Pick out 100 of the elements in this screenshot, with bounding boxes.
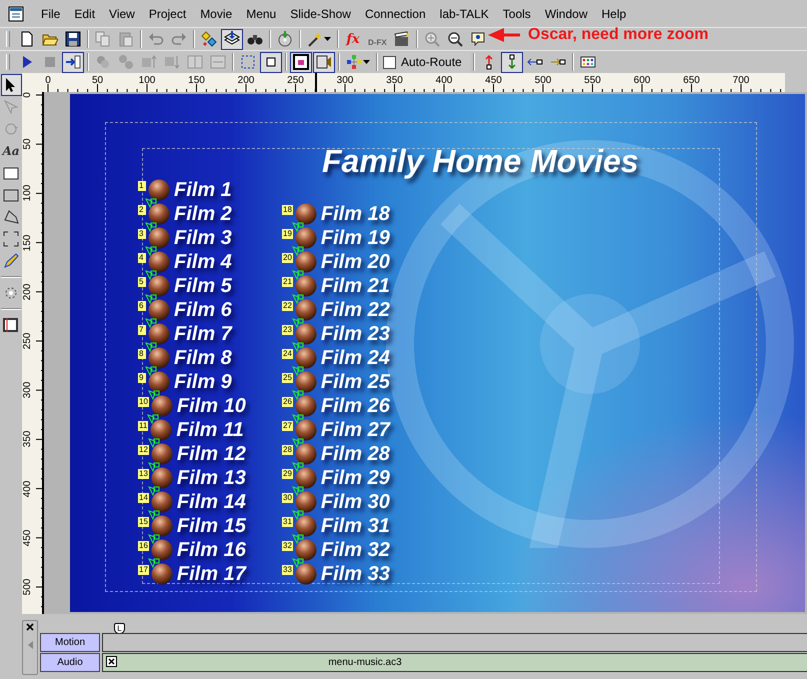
text-tool[interactable]: Aa — [0, 140, 22, 162]
sphere-button-icon[interactable] — [148, 179, 170, 201]
route-in-button[interactable] — [62, 52, 84, 72]
menu-button-label[interactable]: Film 32 — [320, 538, 390, 562]
sphere-button-icon[interactable] — [294, 299, 317, 321]
magic-wand-icon — [307, 31, 323, 47]
menu-button-label[interactable]: Film 5 — [174, 274, 232, 298]
clapper-icon — [394, 31, 410, 47]
arrow-down-button[interactable] — [500, 52, 523, 72]
menu-button-label[interactable]: Film 21 — [320, 274, 390, 298]
sphere-button-icon[interactable] — [294, 227, 317, 249]
close-icon[interactable] — [106, 656, 117, 667]
menu-button-label[interactable]: Film 10 — [176, 394, 246, 418]
sphere-button-icon[interactable] — [148, 251, 170, 273]
layers-button[interactable] — [221, 28, 243, 50]
menu-button-label[interactable]: Film 20 — [320, 250, 390, 274]
picture-frame-button[interactable] — [290, 52, 312, 72]
menu-button-label[interactable]: Film 22 — [320, 298, 390, 322]
menu-item[interactable]: Menu — [239, 4, 284, 24]
menu-button-label[interactable]: Film 13 — [176, 466, 246, 490]
button-number-badge: 1 — [138, 181, 146, 191]
menu-item[interactable]: Slide-Show — [283, 4, 358, 24]
track-label[interactable]: Audio — [40, 653, 100, 672]
sphere-button-icon[interactable] — [294, 419, 317, 441]
sphere-button-icon[interactable] — [148, 371, 170, 393]
close-icon[interactable] — [26, 623, 34, 631]
menu-button-label[interactable]: Film 19 — [320, 226, 390, 250]
menu-item[interactable]: Window — [538, 4, 594, 24]
sphere-button-icon[interactable] — [294, 371, 317, 393]
sphere-button-icon[interactable] — [148, 299, 170, 321]
sphere-button-icon[interactable] — [148, 347, 170, 369]
sphere-button-icon[interactable] — [150, 563, 173, 585]
menu-button-label[interactable]: Film 8 — [174, 346, 232, 370]
menu-item[interactable]: View — [102, 4, 142, 24]
menu-button-label[interactable]: Film 16 — [176, 538, 246, 562]
menu-item[interactable]: Help — [594, 4, 634, 24]
menu-item[interactable]: Movie — [193, 4, 240, 24]
sphere-button-icon[interactable] — [150, 467, 173, 489]
menu-button-label[interactable]: Film 7 — [174, 322, 232, 346]
frame-square-button[interactable] — [260, 52, 282, 72]
menu-button-label[interactable]: Film 30 — [320, 490, 390, 514]
menu-button-label[interactable]: Film 29 — [320, 466, 390, 490]
sphere-button-icon[interactable] — [294, 275, 317, 297]
sphere-button-icon[interactable] — [294, 323, 317, 345]
menu-item[interactable]: Project — [142, 4, 194, 24]
auto-route-checkbox[interactable]: Auto-Route — [381, 52, 470, 72]
menu-button-label[interactable]: Film 15 — [176, 514, 246, 538]
menu-button-label[interactable]: Film 12 — [176, 442, 246, 466]
sphere-button-icon[interactable] — [148, 203, 170, 225]
sphere-button-icon[interactable] — [294, 467, 317, 489]
menu-button-label[interactable]: Film 27 — [320, 418, 390, 442]
sphere-button-icon[interactable] — [294, 203, 317, 225]
menu-button-label[interactable]: Film 14 — [176, 490, 246, 514]
menu-button-label[interactable]: Film 6 — [174, 298, 232, 322]
sphere-button-icon[interactable] — [150, 491, 173, 513]
sphere-button-icon[interactable] — [294, 539, 317, 561]
sphere-button-icon[interactable] — [148, 275, 170, 297]
zoom-in-icon — [424, 31, 440, 47]
menu-button-label[interactable]: Film 31 — [320, 514, 390, 538]
sphere-button-icon[interactable] — [294, 443, 317, 465]
sphere-button-icon[interactable] — [294, 563, 317, 585]
menu-button-label[interactable]: Film 9 — [174, 370, 232, 394]
menu-button-label[interactable]: Film 17 — [176, 562, 246, 586]
sphere-button-icon[interactable] — [150, 419, 172, 441]
menu-item[interactable]: lab-TALK — [432, 4, 496, 24]
menu-button-label[interactable]: Film 23 — [320, 322, 390, 346]
track-label[interactable]: Motion — [40, 633, 100, 652]
menu-button-label[interactable]: Film 3 — [174, 226, 232, 250]
sphere-button-icon[interactable] — [294, 347, 317, 369]
select-area-icon — [240, 54, 256, 70]
menu-button-label[interactable]: Film 26 — [320, 394, 390, 418]
menu-item[interactable]: File — [34, 4, 68, 24]
menu-button-label[interactable]: Film 2 — [174, 202, 232, 226]
film-sound-button[interactable] — [313, 52, 335, 72]
pointer-tool[interactable] — [0, 74, 22, 96]
sphere-button-icon[interactable] — [150, 443, 173, 465]
sphere-button-icon[interactable] — [150, 395, 173, 417]
sphere-button-icon[interactable] — [148, 323, 170, 345]
sphere-button-icon[interactable] — [294, 515, 317, 537]
menu-button-label[interactable]: Film 25 — [320, 370, 390, 394]
sphere-button-icon[interactable] — [150, 515, 173, 537]
sphere-button-icon[interactable] — [294, 251, 317, 273]
menu-item[interactable]: Connection — [358, 4, 433, 24]
timeline-marker[interactable]: L — [114, 623, 125, 634]
menu-button-label[interactable]: Film 24 — [320, 346, 390, 370]
menu-button-label[interactable]: Film 4 — [174, 250, 232, 274]
menu-button-label[interactable]: Film 28 — [320, 442, 390, 466]
menu-button-label[interactable]: Film 11 — [176, 418, 244, 442]
menu-button-label[interactable]: Film 33 — [320, 562, 390, 586]
menu-item[interactable]: Tools — [496, 4, 538, 24]
sphere-button-icon[interactable] — [148, 227, 170, 249]
sphere-button-icon[interactable] — [294, 395, 317, 417]
menu-item[interactable]: Edit — [67, 4, 102, 24]
menu-button-label[interactable]: Film 1 — [174, 178, 232, 202]
button-number-badge: 13 — [138, 469, 149, 479]
menu-button-label[interactable]: Film 18 — [320, 202, 390, 226]
route-in-icon — [65, 54, 81, 70]
audio-clip[interactable]: menu-music.ac3 — [103, 654, 807, 671]
sphere-button-icon[interactable] — [150, 539, 173, 561]
sphere-button-icon[interactable] — [294, 491, 317, 513]
